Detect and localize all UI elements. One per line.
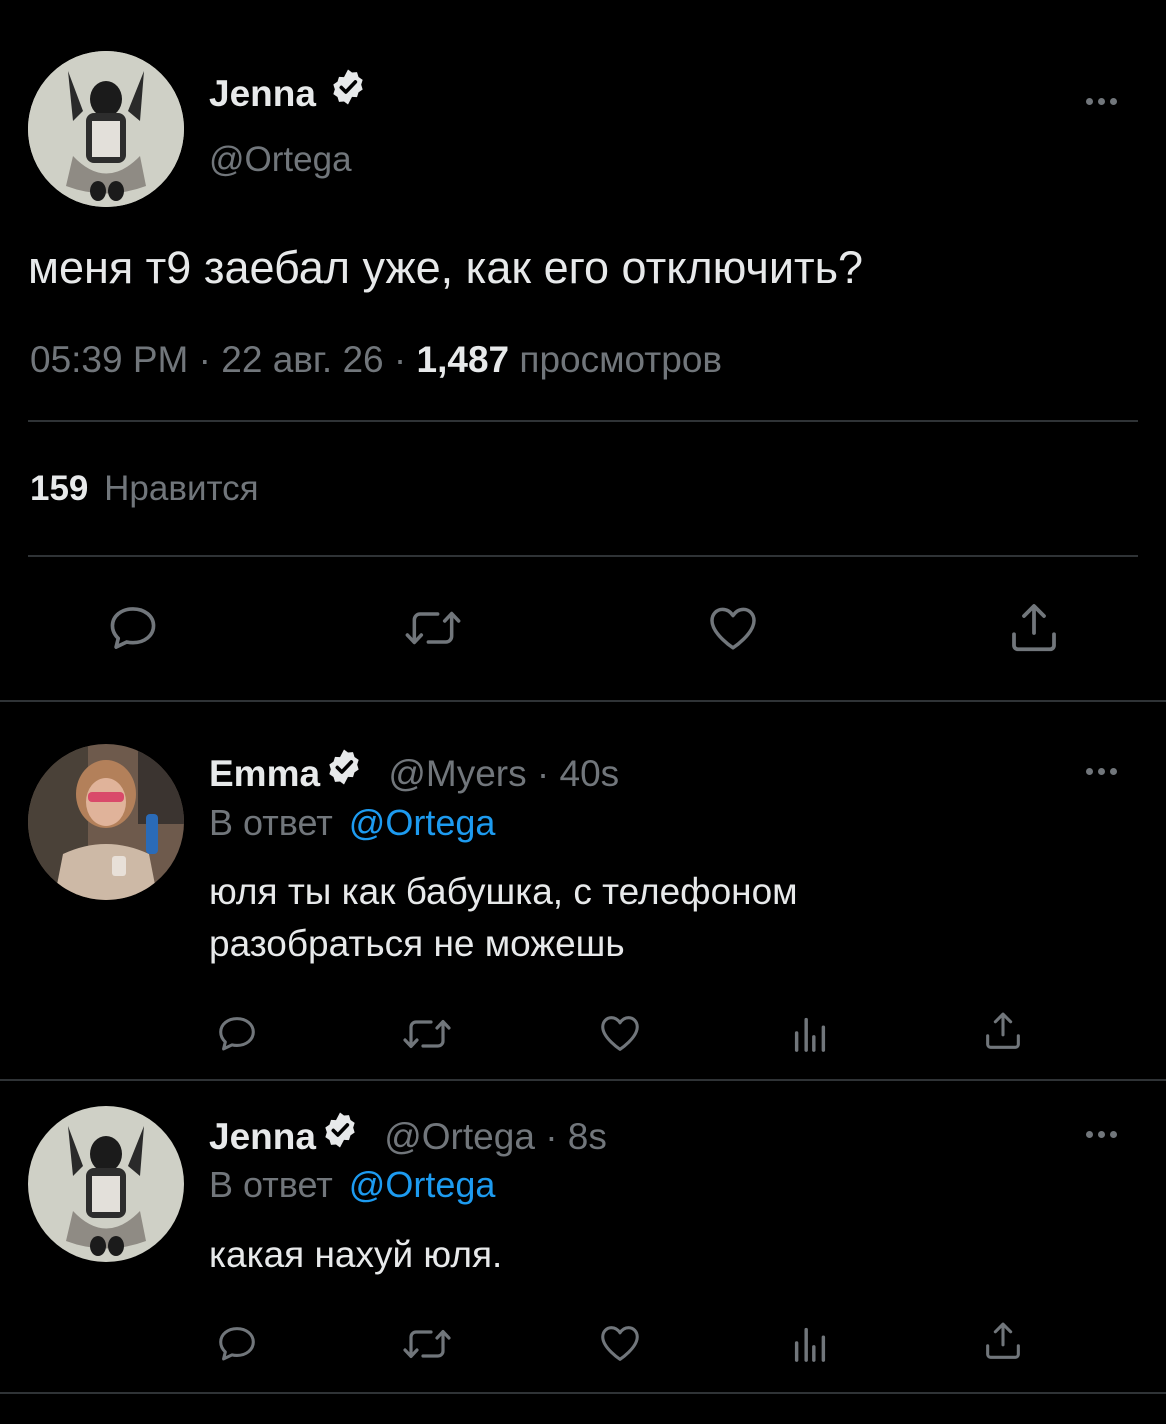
divider	[0, 1392, 1166, 1394]
more-icon[interactable]	[1086, 765, 1126, 777]
meta-separator: ·	[198, 339, 211, 380]
tweet-time[interactable]: · 8s	[545, 1116, 607, 1157]
reply-to-line: В ответ @Ortega	[209, 1162, 495, 1208]
tweet-text-line: юля ты как бабушка, с телефоном	[209, 871, 798, 912]
reply-prefix: В ответ	[209, 1164, 333, 1205]
tweet-time[interactable]: · 40s	[537, 753, 619, 794]
heart-icon[interactable]	[704, 600, 762, 656]
reply-icon[interactable]	[214, 1320, 260, 1366]
share-icon[interactable]	[980, 1318, 1026, 1364]
avatar[interactable]	[28, 744, 184, 900]
divider	[28, 420, 1138, 422]
verified-badge-icon	[328, 67, 368, 119]
divider	[0, 1079, 1166, 1081]
tweet-meta: 05:39 PM · 22 авг. 26 · 1,487 просмотров	[30, 337, 722, 383]
share-icon[interactable]	[1004, 598, 1064, 658]
views-icon[interactable]	[790, 1012, 830, 1054]
author-name[interactable]: Jenna	[209, 1116, 316, 1157]
avatar[interactable]	[28, 1106, 184, 1262]
views-label: просмотров	[519, 339, 723, 380]
tweet-text: меня т9 заебал уже, как его отключить?	[28, 242, 864, 293]
heart-icon[interactable]	[596, 1320, 644, 1366]
author-handle[interactable]: @Ortega	[384, 1116, 535, 1157]
likes-summary[interactable]: 159 Нравится	[30, 467, 259, 511]
tweet-text-line: какая нахуй юля.	[209, 1234, 503, 1275]
author-name[interactable]: Emma	[209, 753, 320, 794]
reply-to-link[interactable]: @Ortega	[349, 1164, 496, 1205]
meta-separator: ·	[393, 339, 407, 380]
likes-count: 159	[30, 469, 89, 508]
reply-to-line: В ответ @Ortega	[209, 800, 495, 846]
author-name-row[interactable]: Jenna	[209, 67, 368, 119]
retweet-icon[interactable]	[400, 1010, 454, 1058]
reply-header: Emma @Myers · 40s	[209, 747, 619, 799]
more-icon[interactable]	[1086, 1128, 1126, 1140]
tweet-text-line: разобраться не можешь	[209, 923, 625, 964]
author-handle[interactable]: @Ortega	[209, 138, 352, 182]
verified-badge-icon	[324, 747, 364, 799]
retweet-icon[interactable]	[400, 1320, 454, 1368]
reply-header: Jenna @Ortega · 8s	[209, 1110, 607, 1162]
retweet-icon[interactable]	[402, 600, 464, 656]
divider	[28, 555, 1138, 557]
author-name[interactable]: Jenna	[209, 73, 316, 114]
divider	[0, 700, 1166, 702]
tweet-time[interactable]: 05:39 PM	[30, 339, 188, 380]
tweet-date[interactable]: 22 авг. 26	[221, 339, 383, 380]
likes-label: Нравится	[104, 469, 259, 508]
avatar[interactable]	[28, 51, 184, 207]
heart-icon[interactable]	[596, 1010, 644, 1056]
verified-badge-icon	[320, 1110, 360, 1162]
views-count: 1,487	[416, 339, 510, 380]
author-handle[interactable]: @Myers	[388, 753, 526, 794]
share-icon[interactable]	[980, 1008, 1026, 1054]
reply-to-link[interactable]: @Ortega	[349, 802, 496, 843]
reply-icon[interactable]	[214, 1010, 260, 1056]
reply-icon[interactable]	[104, 598, 162, 656]
more-icon[interactable]	[1086, 95, 1126, 107]
views-icon[interactable]	[790, 1322, 830, 1364]
reply-prefix: В ответ	[209, 802, 333, 843]
